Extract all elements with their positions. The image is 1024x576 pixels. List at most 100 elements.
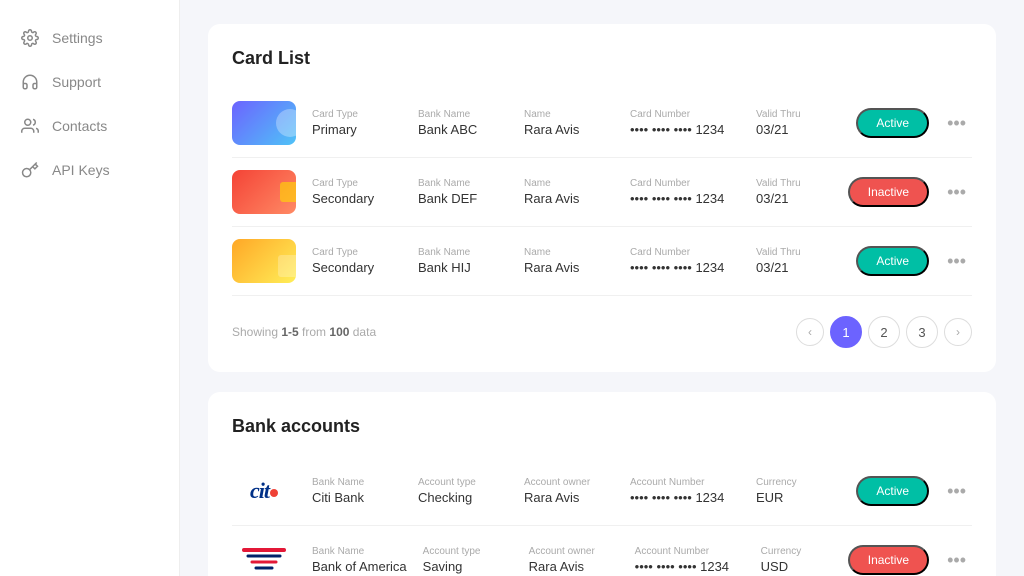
bank-name-value-b2: Bank of America	[312, 559, 407, 574]
card-number-value-3: •••• •••• •••• 1234	[630, 260, 740, 275]
card-type-value-2: Secondary	[312, 191, 402, 206]
bank-accounts-section: Bank accounts cit Bank Name Citi Bank Ac…	[208, 392, 996, 576]
sidebar-label-settings: Settings	[52, 30, 103, 46]
pagination-next[interactable]: ›	[944, 318, 972, 346]
account-owner-value-b1: Rara Avis	[524, 490, 614, 505]
account-type-group-b2: Account type Saving	[423, 546, 513, 574]
card-name-value-2: Rara Avis	[524, 191, 614, 206]
main-content: Card List Card Type Primary Bank Name Ba…	[180, 0, 1024, 576]
bank-logo-boa	[232, 538, 296, 576]
valid-thru-group-1: Valid Thru 03/21	[756, 109, 826, 137]
account-owner-label-b1: Account owner	[524, 477, 614, 488]
account-type-value-b1: Checking	[418, 490, 508, 505]
bank-name-group-b1: Bank Name Citi Bank	[312, 477, 402, 505]
valid-thru-value-1: 03/21	[756, 122, 826, 137]
key-icon	[20, 160, 40, 180]
account-number-label-b2: Account Number	[635, 546, 745, 557]
card-row-1: Card Type Primary Bank Name Bank ABC Nam…	[232, 89, 972, 158]
bank-logo-citi: cit	[232, 469, 296, 513]
more-menu-card-3[interactable]: •••	[941, 247, 972, 276]
sidebar-item-api-keys[interactable]: API Keys	[0, 148, 179, 192]
status-badge-card-2[interactable]: Inactive	[848, 177, 929, 207]
status-badge-bank-1[interactable]: Active	[856, 476, 929, 506]
account-number-group-b2: Account Number •••• •••• •••• 1234	[635, 546, 745, 574]
bank-accounts-title: Bank accounts	[232, 416, 972, 437]
bank-row-1: cit Bank Name Citi Bank Account type Che…	[232, 457, 972, 526]
status-badge-card-1[interactable]: Active	[856, 108, 929, 138]
pagination-controls: ‹ 1 2 3 ›	[796, 316, 972, 348]
card-type-group-2: Card Type Secondary	[312, 178, 402, 206]
card-number-label-1: Card Number	[630, 109, 740, 120]
account-owner-value-b2: Rara Avis	[529, 559, 619, 574]
valid-thru-value-3: 03/21	[756, 260, 826, 275]
bank-name-label-2: Bank Name	[418, 178, 508, 189]
bank-name-value-1: Bank ABC	[418, 122, 508, 137]
account-owner-label-b2: Account owner	[529, 546, 619, 557]
pagination-page-2[interactable]: 2	[868, 316, 900, 348]
valid-thru-group-2: Valid Thru 03/21	[756, 178, 826, 206]
sidebar-item-contacts[interactable]: Contacts	[0, 104, 179, 148]
bank-name-group-1: Bank Name Bank ABC	[418, 109, 508, 137]
card-name-group-3: Name Rara Avis	[524, 247, 614, 275]
card-list-title: Card List	[232, 48, 972, 69]
account-number-group-b1: Account Number •••• •••• •••• 1234	[630, 477, 740, 505]
pagination-prev[interactable]: ‹	[796, 318, 824, 346]
headset-icon	[20, 72, 40, 92]
pagination-page-3[interactable]: 3	[906, 316, 938, 348]
more-menu-bank-2[interactable]: •••	[941, 546, 972, 575]
bank-row-2: Bank Name Bank of America Account type S…	[232, 526, 972, 576]
account-owner-group-b2: Account owner Rara Avis	[529, 546, 619, 574]
account-number-value-b1: •••• •••• •••• 1234	[630, 490, 740, 505]
sidebar-item-settings[interactable]: Settings	[0, 16, 179, 60]
card-number-value-2: •••• •••• •••• 1234	[630, 191, 740, 206]
card-type-value-3: Secondary	[312, 260, 402, 275]
currency-value-b1: EUR	[756, 490, 826, 505]
valid-thru-label-2: Valid Thru	[756, 178, 826, 189]
sidebar-label-api-keys: API Keys	[52, 162, 110, 178]
sidebar: Settings Support Contacts API Keys	[0, 0, 180, 576]
pagination-info: Showing 1-5 from 100 data	[232, 325, 376, 339]
card-image-primary	[232, 101, 296, 145]
card-number-label-2: Card Number	[630, 178, 740, 189]
card-image-secondary-orange	[232, 239, 296, 283]
bank-name-group-b2: Bank Name Bank of America	[312, 546, 407, 574]
bank-name-group-2: Bank Name Bank DEF	[418, 178, 508, 206]
pagination-page-1[interactable]: 1	[830, 316, 862, 348]
card-image-secondary-red	[232, 170, 296, 214]
more-menu-card-1[interactable]: •••	[941, 109, 972, 138]
card-type-label-2: Card Type	[312, 178, 402, 189]
card-number-group-2: Card Number •••• •••• •••• 1234	[630, 178, 740, 206]
gear-icon	[20, 28, 40, 48]
card-type-value-1: Primary	[312, 122, 402, 137]
card-name-group-2: Name Rara Avis	[524, 178, 614, 206]
bank-name-value-3: Bank HIJ	[418, 260, 508, 275]
status-badge-bank-2[interactable]: Inactive	[848, 545, 929, 575]
card-name-group-1: Name Rara Avis	[524, 109, 614, 137]
currency-label-b2: Currency	[761, 546, 831, 557]
sidebar-label-contacts: Contacts	[52, 118, 107, 134]
currency-label-b1: Currency	[756, 477, 826, 488]
card-number-value-1: •••• •••• •••• 1234	[630, 122, 740, 137]
sidebar-item-support[interactable]: Support	[0, 60, 179, 104]
account-type-group-b1: Account type Checking	[418, 477, 508, 505]
card-name-label-3: Name	[524, 247, 614, 258]
valid-thru-value-2: 03/21	[756, 191, 826, 206]
card-row-2: Card Type Secondary Bank Name Bank DEF N…	[232, 158, 972, 227]
bank-name-label-b1: Bank Name	[312, 477, 402, 488]
card-row-3: Card Type Secondary Bank Name Bank HIJ N…	[232, 227, 972, 296]
more-menu-bank-1[interactable]: •••	[941, 477, 972, 506]
card-list-section: Card List Card Type Primary Bank Name Ba…	[208, 24, 996, 372]
bank-name-value-b1: Citi Bank	[312, 490, 402, 505]
more-menu-card-2[interactable]: •••	[941, 178, 972, 207]
bank-name-label-3: Bank Name	[418, 247, 508, 258]
valid-thru-group-3: Valid Thru 03/21	[756, 247, 826, 275]
card-number-group-1: Card Number •••• •••• •••• 1234	[630, 109, 740, 137]
status-badge-card-3[interactable]: Active	[856, 246, 929, 276]
card-type-label-1: Card Type	[312, 109, 402, 120]
bank-name-group-3: Bank Name Bank HIJ	[418, 247, 508, 275]
bank-name-value-2: Bank DEF	[418, 191, 508, 206]
account-type-label-b2: Account type	[423, 546, 513, 557]
card-name-label-1: Name	[524, 109, 614, 120]
card-name-value-1: Rara Avis	[524, 122, 614, 137]
currency-group-b1: Currency EUR	[756, 477, 826, 505]
